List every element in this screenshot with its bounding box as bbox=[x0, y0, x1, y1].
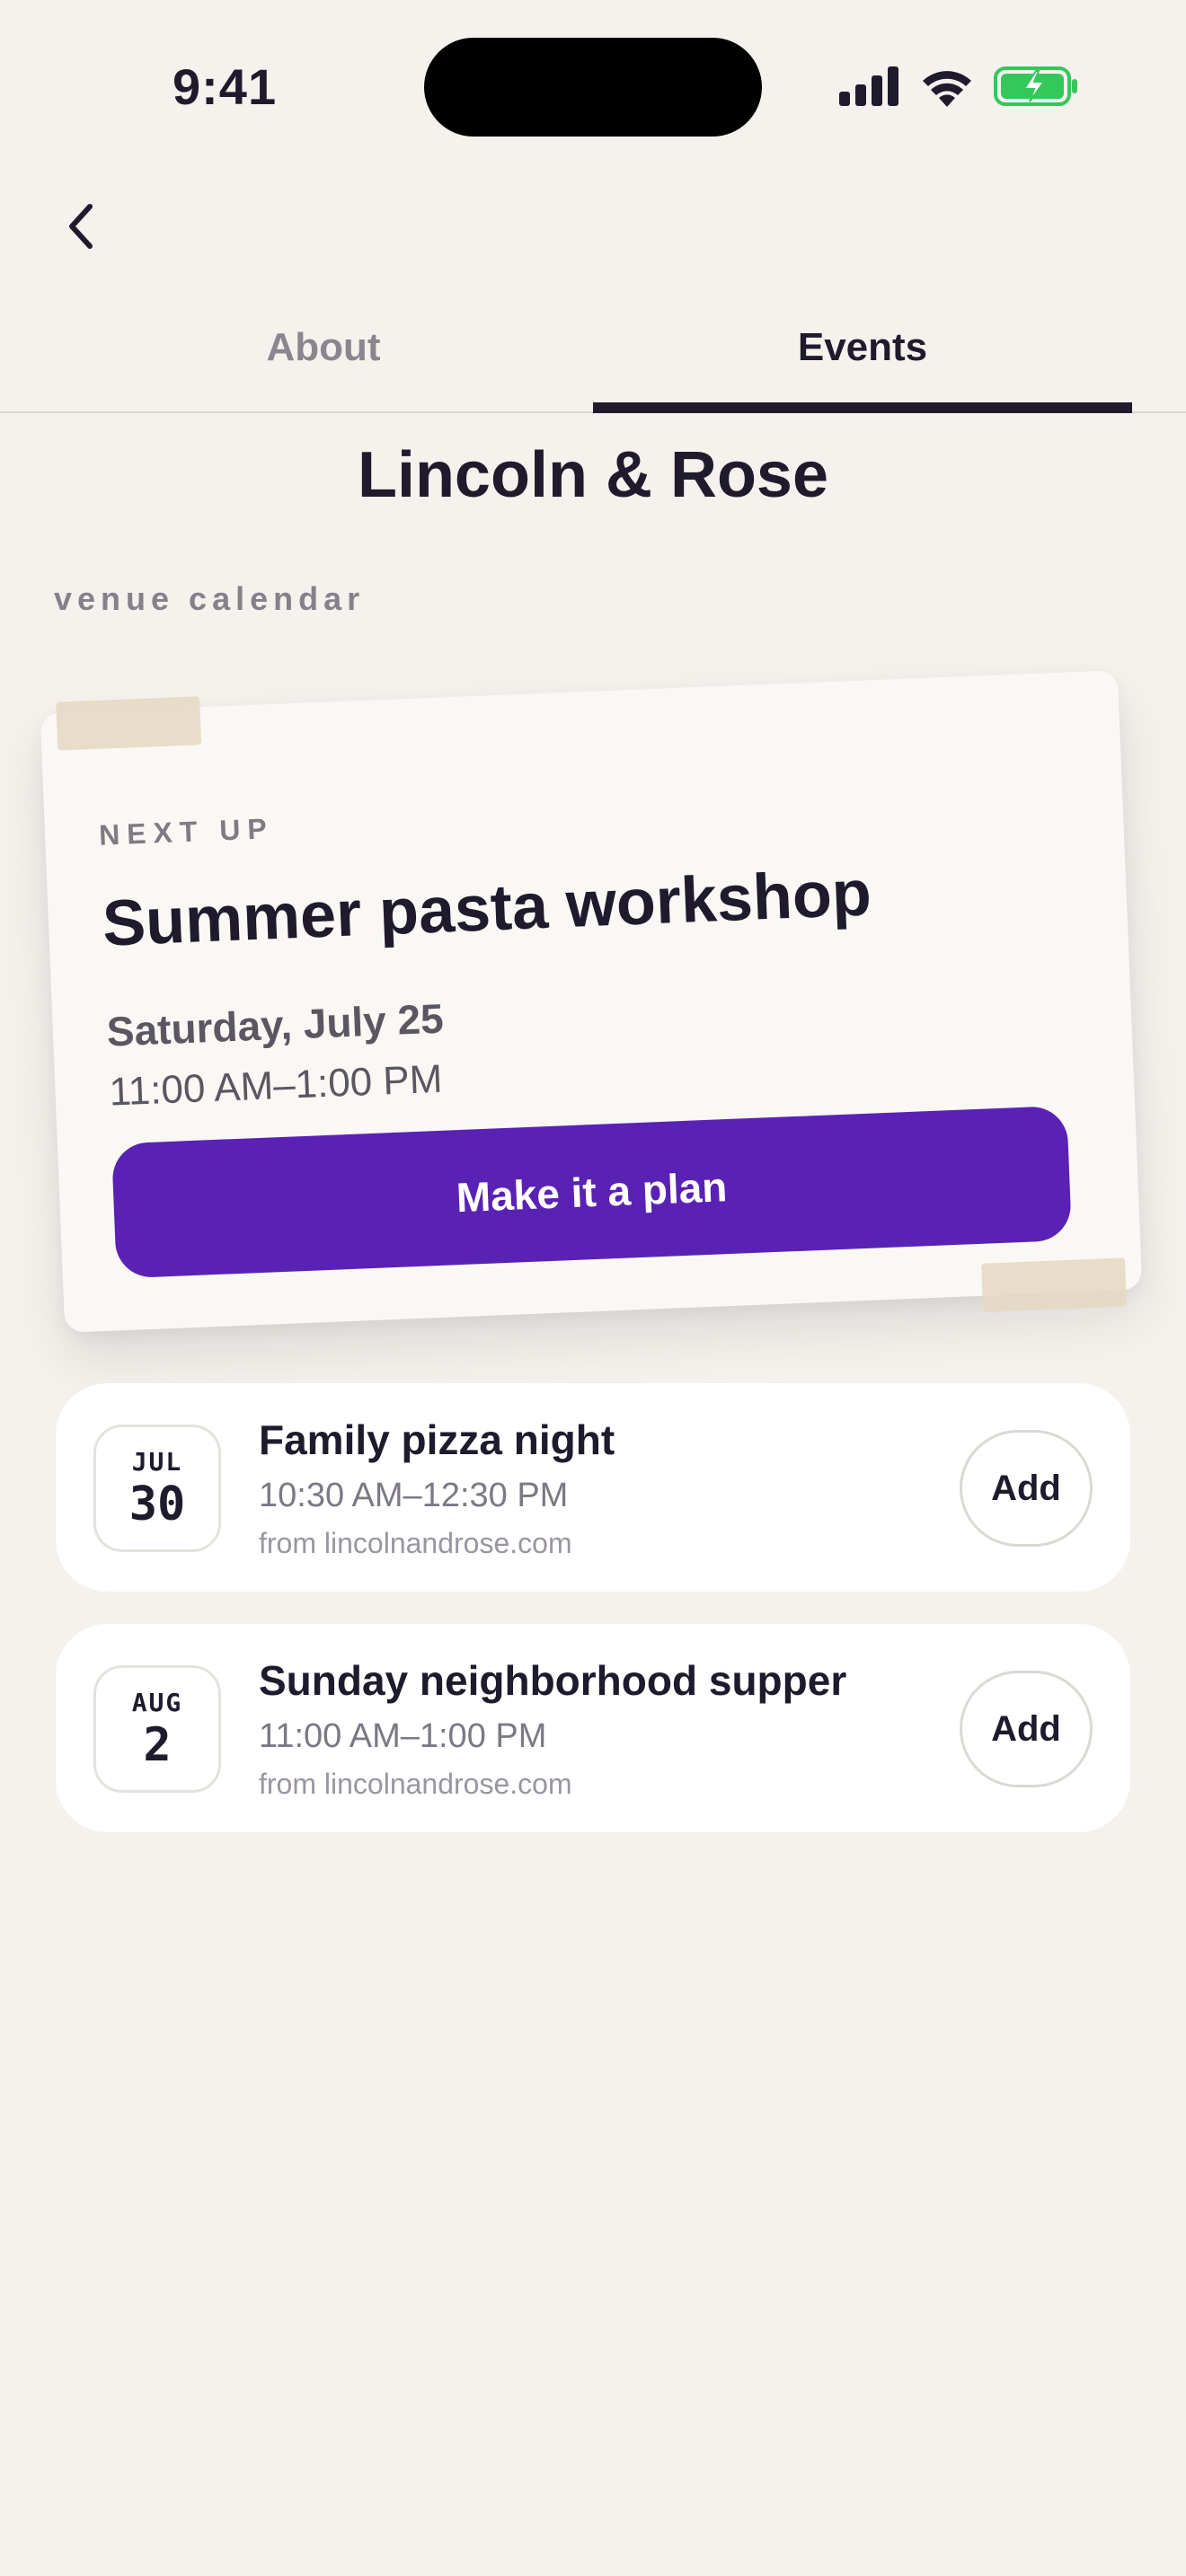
event-list-item[interactable]: AUG 2 Sunday neighborhood supper 11:00 A… bbox=[56, 1624, 1130, 1832]
chevron-left-icon bbox=[69, 204, 93, 249]
status-icons bbox=[839, 63, 1078, 110]
section-subtitle: venue calendar bbox=[54, 580, 366, 617]
battery-charging-icon bbox=[994, 66, 1077, 106]
event-list-item[interactable]: JUL 30 Family pizza night 10:30 AM–12:30… bbox=[56, 1383, 1130, 1592]
featured-eyebrow: NEXT UP bbox=[98, 812, 275, 851]
dynamic-island bbox=[424, 38, 762, 137]
event-time: 11:00 AM–1:00 PM bbox=[259, 1717, 547, 1755]
wifi-icon bbox=[923, 71, 971, 107]
status-bar: 9:41 bbox=[0, 0, 1186, 171]
date-month: AUG bbox=[131, 1688, 183, 1717]
date-badge: JUL 30 bbox=[93, 1425, 221, 1552]
add-event-button[interactable]: Add bbox=[960, 1671, 1093, 1787]
cellular-signal-icon bbox=[839, 66, 898, 106]
tab-about[interactable]: About bbox=[54, 314, 593, 413]
date-day: 2 bbox=[143, 1718, 172, 1772]
tab-events[interactable]: Events bbox=[593, 314, 1132, 413]
event-name: Family pizza night bbox=[259, 1416, 615, 1463]
event-name: Sunday neighborhood supper bbox=[259, 1657, 847, 1704]
date-badge: AUG 2 bbox=[93, 1665, 221, 1793]
page-title: Lincoln & Rose bbox=[357, 439, 829, 511]
date-month: JUL bbox=[131, 1447, 183, 1477]
event-source: from lincolnandrose.com bbox=[259, 1768, 572, 1800]
tab-bar: About Events bbox=[0, 314, 1186, 413]
status-time: 9:41 bbox=[173, 58, 278, 115]
tape-decoration bbox=[56, 696, 202, 751]
date-day: 30 bbox=[128, 1478, 186, 1531]
add-event-button[interactable]: Add bbox=[960, 1430, 1093, 1547]
active-tab-indicator bbox=[593, 402, 1132, 413]
venue-events-screen: 9:41 About Events Lincoln & Rose venue c… bbox=[0, 0, 1186, 2576]
event-source: from lincolnandrose.com bbox=[259, 1527, 572, 1559]
back-button[interactable] bbox=[52, 198, 110, 255]
event-time: 10:30 AM–12:30 PM bbox=[259, 1477, 569, 1514]
tape-decoration bbox=[981, 1257, 1128, 1312]
featured-event-card: NEXT UP Summer pasta workshop Saturday, … bbox=[40, 670, 1143, 1333]
